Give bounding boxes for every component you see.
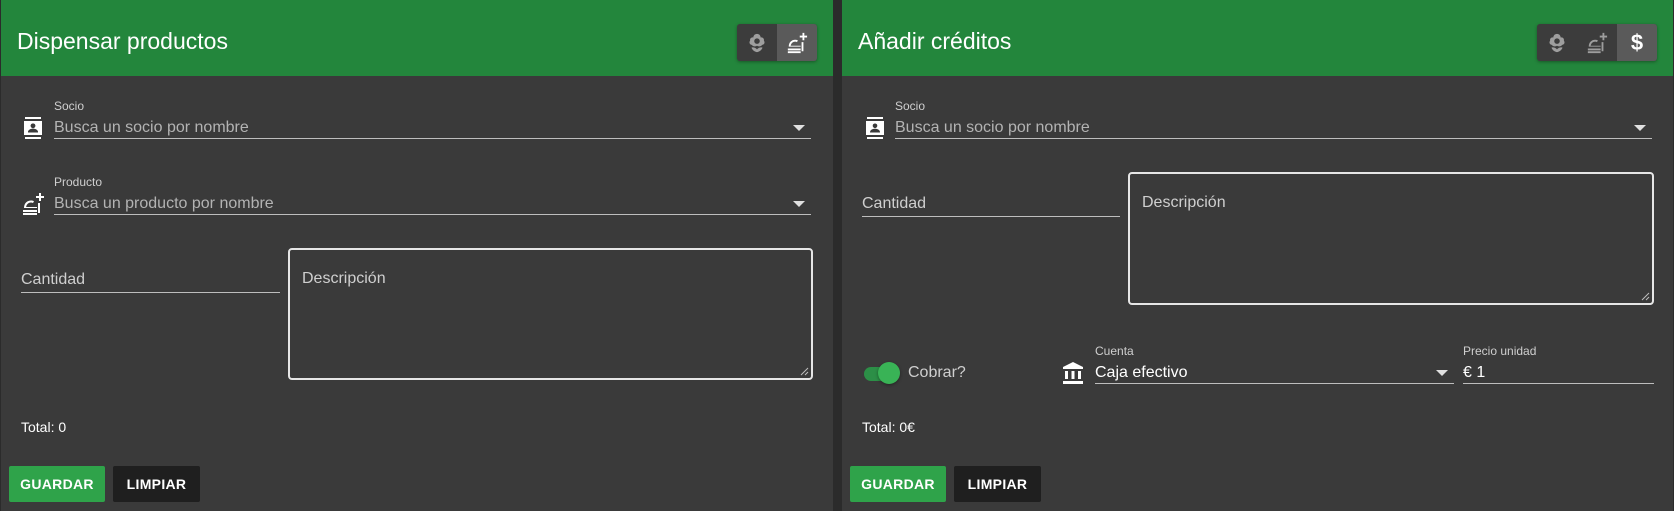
precio-label: Precio unidad [1463,344,1537,358]
descripcion-textarea[interactable]: Descripción [288,248,813,380]
mode-toggle-grow[interactable] [1537,24,1577,61]
mode-toggle-grow[interactable] [737,24,777,61]
cantidad-placeholder: Cantidad [862,195,927,212]
mode-toggle-group: $ [1537,24,1657,61]
credits-panel: Añadir créditos $ Socio Busca un socio p… [842,0,1673,511]
cobrar-switch[interactable] [864,362,900,384]
food-add-icon [787,32,808,53]
cantidad-input[interactable]: Cantidad [21,271,280,293]
grow-icon [749,33,765,52]
cantidad-input[interactable]: Cantidad [862,195,1120,217]
socio-label: Socio [895,99,926,113]
resize-handle-icon[interactable] [800,367,809,376]
panel-header: Dispensar productos [1,0,833,76]
chevron-down-icon[interactable] [1634,125,1646,131]
cantidad-placeholder: Cantidad [21,271,86,288]
chevron-down-icon[interactable] [793,201,805,207]
mode-toggle-dispense[interactable] [1577,24,1617,61]
descripcion-textarea[interactable]: Descripción [1128,172,1654,305]
descripcion-placeholder: Descripción [1142,194,1226,211]
cuenta-value: Caja efectivo [1095,364,1188,381]
cuenta-label: Cuenta [1095,344,1134,358]
precio-value-row: € 1 [1463,364,1485,382]
cobrar-label: Cobrar? [908,364,966,381]
euro-prefix: € [1463,364,1472,381]
dollar-icon: $ [1630,29,1644,55]
switch-thumb [878,362,900,384]
descripcion-placeholder: Descripción [302,270,386,287]
bank-icon [1060,360,1086,386]
grow-icon [1549,33,1565,52]
food-add-icon [20,191,46,217]
chevron-down-icon[interactable] [793,125,805,131]
chevron-down-icon[interactable] [1436,370,1448,376]
socio-placeholder: Busca un socio por nombre [54,119,249,136]
contact-card-icon [20,115,46,141]
clear-button[interactable]: LIMPIAR [113,466,200,502]
socio-select[interactable]: Socio Busca un socio por nombre [895,99,1652,139]
panel-header: Añadir créditos $ [842,0,1673,76]
precio-value: 1 [1476,364,1486,381]
mode-toggle-dispense[interactable] [777,24,817,61]
producto-label: Producto [54,175,103,189]
socio-select[interactable]: Socio Busca un socio por nombre [54,99,811,139]
save-button[interactable]: GUARDAR [9,466,105,502]
contact-card-icon [862,115,888,141]
total-text: Total: 0€ [862,419,915,435]
page-title: Añadir créditos [858,28,1012,54]
resize-handle-icon[interactable] [1641,292,1650,301]
mode-toggle-group [737,24,817,61]
total-text: Total: 0 [21,419,67,435]
socio-placeholder: Busca un socio por nombre [895,119,1090,136]
mode-toggle-credits[interactable]: $ [1617,24,1657,61]
producto-select[interactable]: Producto Busca un producto por nombre [54,175,811,215]
cuenta-select[interactable]: Cuenta Caja efectivo [1095,344,1454,384]
save-button[interactable]: GUARDAR [850,466,946,502]
precio-unidad-input[interactable]: Precio unidad € 1 [1463,344,1654,384]
food-add-icon [1587,32,1608,53]
dispense-panel: Dispensar productos Socio Busca un socio… [1,0,833,511]
page-title: Dispensar productos [17,28,228,54]
socio-label: Socio [54,99,85,113]
clear-button[interactable]: LIMPIAR [954,466,1041,502]
producto-placeholder: Busca un producto por nombre [54,195,274,212]
